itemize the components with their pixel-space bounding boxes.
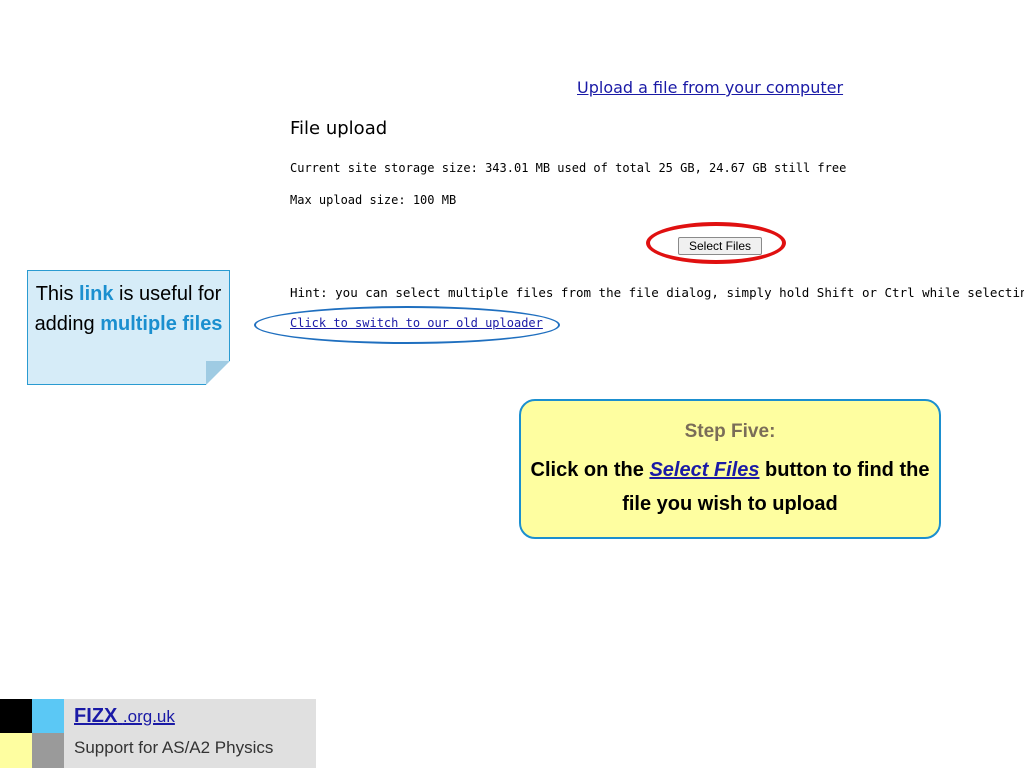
max-upload-size: Max upload size: 100 MB	[290, 193, 457, 207]
page-title: File upload	[290, 118, 388, 139]
upload-file-link[interactable]: Upload a file from your computer	[577, 78, 843, 97]
step-instruction-box: Step Five: Click on the Select Files but…	[519, 399, 941, 539]
select-files-button[interactable]: Select Files	[678, 237, 762, 255]
logo-square-grey	[32, 733, 64, 768]
callout-note: This link is useful for adding multiple …	[27, 270, 230, 385]
logo-square-blue	[32, 699, 64, 733]
note-link-word: link	[79, 283, 114, 305]
step-heading: Step Five:	[684, 421, 776, 442]
step-body: Click on the Select Files button to find…	[521, 453, 939, 521]
brand-domain: .org.uk	[122, 707, 175, 726]
logo-square-yellow	[0, 733, 32, 768]
footer-tagline: Support for AS/A2 Physics	[74, 738, 274, 757]
logo-square-black	[0, 699, 32, 733]
fizx-site-link[interactable]: FIZX .org.uk	[74, 705, 175, 728]
step-keyword: Select Files	[649, 459, 760, 481]
storage-info: Current site storage size: 343.01 MB use…	[290, 161, 847, 175]
step-pre: Click on the	[530, 459, 650, 481]
switch-old-uploader-link[interactable]: Click to switch to our old uploader	[290, 316, 543, 330]
page-fold-icon	[206, 361, 230, 385]
footer-banner: FIZX .org.uk Support for AS/A2 Physics	[0, 699, 316, 768]
note-highlight: multiple files	[100, 313, 223, 335]
note-prefix: This	[35, 283, 80, 305]
hint-text: Hint: you can select multiple files from…	[290, 285, 1024, 300]
brand-name: FIZX	[74, 705, 118, 727]
